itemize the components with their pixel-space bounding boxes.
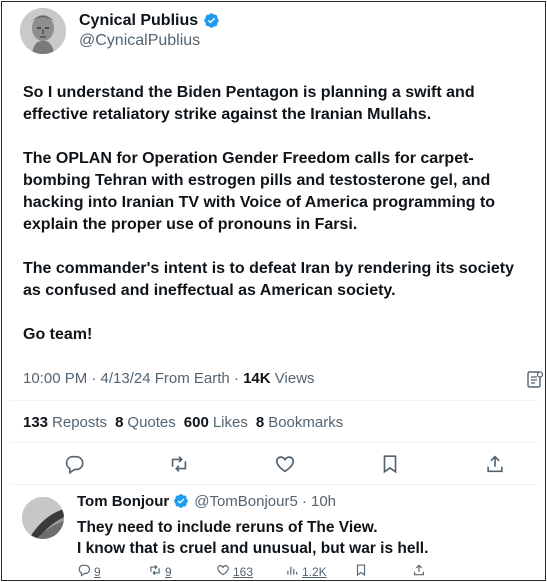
divider [10, 400, 537, 401]
tweet-timestamp[interactable]: 10:00 PM · 4/13/24 From Earth · [23, 370, 243, 387]
divider [10, 484, 537, 485]
reply-header: Tom Bonjour @TomBonjour5 · 10h [77, 493, 336, 510]
bookmark-icon [354, 563, 368, 580]
tweet-paragraph: The commander's intent is to defeat Iran… [23, 260, 515, 299]
likes-stat[interactable]: 600 Likes [184, 414, 248, 431]
author-block: Cynical Publius @CynicalPublius [79, 11, 220, 51]
verified-badge-icon [173, 493, 190, 510]
tweet-frame: Cynical Publius @CynicalPublius So I und… [1, 1, 546, 581]
repost-icon [148, 563, 162, 580]
tweet-paragraph: Go team! [23, 326, 93, 343]
bookmarks-stat[interactable]: 8 Bookmarks [256, 414, 343, 431]
author-handle[interactable]: @CynicalPublius [79, 31, 220, 51]
views-label: Views [270, 370, 315, 387]
tweet-paragraph: The OPLAN for Operation Gender Freedom c… [23, 150, 496, 233]
verified-badge-icon [203, 12, 220, 29]
tweet-stats: 133 Reposts 8 Quotes 600 Likes 8 Bookmarks [23, 414, 343, 431]
share-icon [412, 563, 426, 580]
reply-like-button[interactable]: 163 [216, 563, 253, 580]
like-icon [216, 563, 230, 580]
divider [10, 442, 537, 443]
reply-action-bar: 9 9 163 1.2K [2, 563, 545, 580]
reply-views-button[interactable]: 1.2K [285, 563, 327, 580]
share-icon[interactable] [484, 453, 506, 475]
reply-line: I know that is cruel and unusual, but wa… [77, 540, 429, 557]
reply-views-count: 1.2K [302, 564, 327, 579]
bookmark-icon[interactable] [379, 453, 401, 475]
tweet-body: So I understand the Biden Pentagon is pl… [23, 82, 533, 368]
reply-reply-button[interactable]: 9 [77, 563, 101, 580]
quotes-stat[interactable]: 8 Quotes [115, 414, 176, 431]
reply-reposts-count: 9 [165, 564, 172, 579]
views-icon [285, 563, 299, 580]
reply-icon [77, 563, 91, 580]
reply-icon[interactable] [63, 453, 85, 475]
reply-author-handle[interactable]: @TomBonjour5 [194, 493, 298, 510]
grok-icon[interactable] [527, 371, 544, 389]
reply-line: They need to include reruns of The View. [77, 519, 378, 536]
reply-author-avatar[interactable] [22, 497, 64, 539]
reply-author-name[interactable]: Tom Bonjour [77, 493, 169, 510]
tweet-meta: 10:00 PM · 4/13/24 From Earth · 14K View… [23, 370, 315, 387]
views-count: 14K [243, 370, 271, 387]
reply-time[interactable]: · 10h [302, 493, 336, 510]
author-avatar[interactable] [20, 8, 66, 54]
reply-replies-count: 9 [94, 564, 101, 579]
tweet-action-bar [2, 453, 545, 475]
author-name[interactable]: Cynical Publius [79, 11, 198, 30]
repost-icon[interactable] [168, 453, 190, 475]
reply-repost-button[interactable]: 9 [148, 563, 172, 580]
tweet-paragraph: So I understand the Biden Pentagon is pl… [23, 84, 475, 123]
reply-body: They need to include reruns of The View.… [77, 517, 537, 559]
reply-likes-count: 163 [233, 564, 254, 579]
reply-bookmark-button[interactable] [354, 563, 368, 580]
reply-share-button[interactable] [412, 563, 426, 580]
like-icon[interactable] [274, 453, 296, 475]
reposts-stat[interactable]: 133 Reposts [23, 414, 107, 431]
